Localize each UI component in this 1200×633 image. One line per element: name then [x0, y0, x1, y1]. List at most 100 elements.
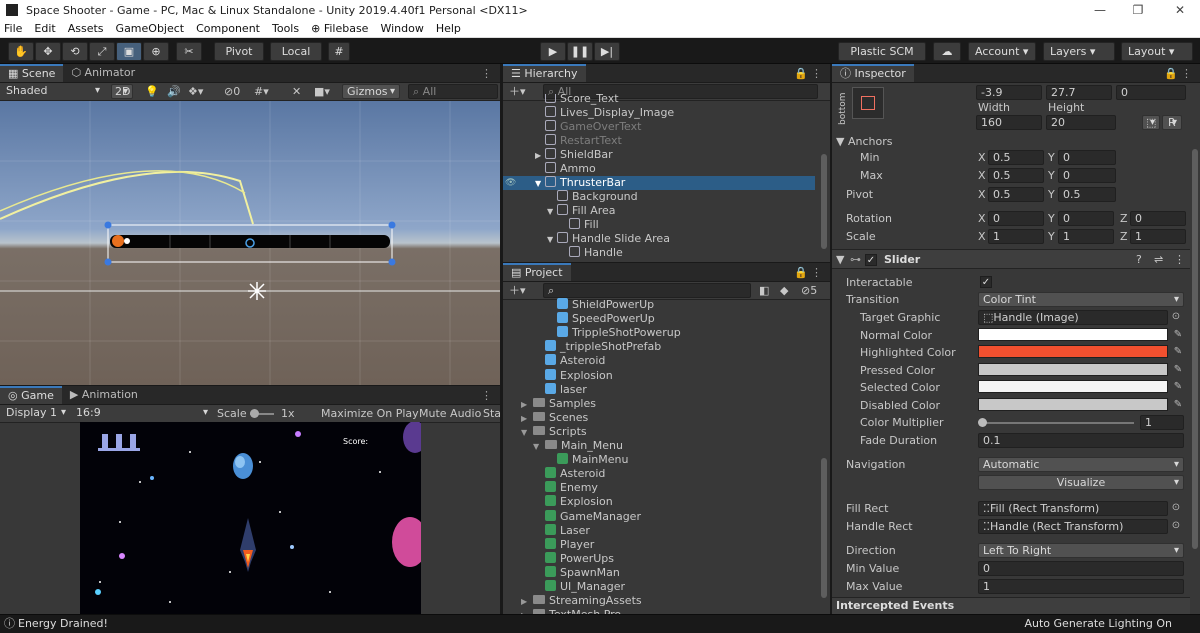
- rotate-tool-icon[interactable]: ⟲: [62, 42, 88, 61]
- grid-snap-icon[interactable]: #: [328, 42, 350, 61]
- local-toggle[interactable]: Local: [270, 42, 322, 61]
- slider-component-header[interactable]: ▼ ⊶ ✓ Slider ? ⇌ ⋮: [832, 249, 1190, 269]
- help-icon[interactable]: ?: [1136, 253, 1142, 267]
- shading-mode-dropdown[interactable]: Shaded: [2, 84, 104, 99]
- project-item[interactable]: MainMenu: [503, 453, 815, 467]
- hierarchy-item[interactable]: ▼ Fill Area: [503, 204, 815, 218]
- menu-component[interactable]: Component: [196, 22, 260, 35]
- project-item[interactable]: Asteroid: [503, 467, 815, 481]
- highlighted-color-swatch[interactable]: [978, 345, 1168, 358]
- handle-rect-field[interactable]: ⁚⁚Handle (Rect Transform): [978, 519, 1168, 534]
- selected-color-swatch[interactable]: [978, 380, 1168, 393]
- direction-dropdown[interactable]: Left To Right: [978, 543, 1184, 558]
- scene-viewport[interactable]: [0, 101, 500, 385]
- anchor-min-x-field[interactable]: 0.5: [988, 150, 1044, 165]
- hidden-objects-icon[interactable]: ⊘0: [224, 85, 240, 99]
- menu-tools[interactable]: Tools: [272, 22, 299, 35]
- scale-y-field[interactable]: 1: [1058, 229, 1114, 244]
- intercepted-events-header[interactable]: Intercepted Events: [832, 597, 1190, 614]
- scale-z-field[interactable]: 1: [1130, 229, 1186, 244]
- project-item[interactable]: UI_Manager: [503, 580, 815, 594]
- hierarchy-item[interactable]: Fill: [503, 218, 815, 232]
- component-menu-icon[interactable]: ⋮: [1174, 253, 1185, 267]
- move-tool-icon[interactable]: ✥: [35, 42, 61, 61]
- hierarchy-item[interactable]: Score_Text: [503, 94, 815, 106]
- menu-filebase[interactable]: ⊕ Filebase: [311, 22, 368, 35]
- color-multiplier-field[interactable]: 1: [1140, 415, 1184, 430]
- interactable-checkbox[interactable]: ✓: [980, 276, 992, 288]
- tab-project[interactable]: ▤ Project: [503, 263, 571, 281]
- project-item[interactable]: laser: [503, 382, 815, 397]
- min-value-field[interactable]: 0: [978, 561, 1184, 576]
- grid-icon[interactable]: #▾: [254, 85, 269, 99]
- eyedropper-icon[interactable]: ✎: [1172, 364, 1184, 376]
- kebab-menu-icon[interactable]: ⋮: [481, 67, 492, 80]
- menu-gameobject[interactable]: GameObject: [116, 22, 185, 35]
- foldout-arrow-icon[interactable]: ▼: [547, 205, 557, 219]
- project-item[interactable]: Enemy: [503, 481, 815, 495]
- menu-edit[interactable]: Edit: [34, 22, 55, 35]
- pivot-x-field[interactable]: 0.5: [988, 187, 1044, 202]
- lighting-icon[interactable]: 💡: [145, 85, 159, 99]
- max-value-field[interactable]: 1: [978, 579, 1184, 594]
- project-item[interactable]: ▼ Main_Menu: [503, 439, 815, 453]
- project-item[interactable]: _trippleShotPrefab: [503, 340, 815, 354]
- project-item[interactable]: ▶ StreamingAssets: [503, 594, 815, 608]
- project-item[interactable]: Laser: [503, 523, 815, 538]
- pressed-color-swatch[interactable]: [978, 363, 1168, 376]
- pos-z-field[interactable]: 0: [1116, 85, 1186, 100]
- anchor-max-x-field[interactable]: 0.5: [988, 168, 1044, 183]
- object-picker-icon[interactable]: ⊙: [1170, 311, 1182, 323]
- pos-x-field[interactable]: -3.9: [976, 85, 1042, 100]
- eyedropper-icon[interactable]: ✎: [1172, 381, 1184, 393]
- hierarchy-item[interactable]: ▼ ThrusterBar 👁: [503, 176, 815, 190]
- layers-dropdown[interactable]: Layers ▾: [1043, 42, 1115, 61]
- pause-button[interactable]: ❚❚: [567, 42, 593, 61]
- hierarchy-item[interactable]: Handle: [503, 246, 815, 260]
- lock-icon[interactable]: 🔒: [1164, 67, 1178, 80]
- hierarchy-item[interactable]: Ammo: [503, 162, 815, 176]
- transition-dropdown[interactable]: Color Tint: [978, 292, 1184, 307]
- scale-slider[interactable]: [250, 409, 274, 418]
- project-scrollbar[interactable]: [821, 458, 827, 598]
- filter-label-icon[interactable]: ◆: [780, 284, 788, 298]
- project-item[interactable]: ▶ Scenes: [503, 411, 815, 425]
- tab-animation[interactable]: ▶ Animation: [62, 386, 146, 404]
- fade-duration-field[interactable]: 0.1: [978, 433, 1184, 448]
- add-icon[interactable]: ＋▾: [509, 284, 526, 298]
- visibility-icon[interactable]: 👁: [505, 176, 516, 190]
- audio-icon[interactable]: 🔊: [167, 85, 181, 99]
- lock-icon[interactable]: 🔒: [794, 67, 808, 80]
- project-item[interactable]: ▼ Scripts: [503, 425, 815, 439]
- play-button[interactable]: ▶: [540, 42, 566, 61]
- hierarchy-item[interactable]: RestartText: [503, 134, 815, 148]
- stats-toggle[interactable]: Sta: [483, 407, 500, 421]
- tab-scene[interactable]: ▦ Scene: [0, 64, 64, 82]
- layout-dropdown[interactable]: Layout ▾: [1121, 42, 1193, 61]
- pos-y-field[interactable]: 27.7: [1046, 85, 1112, 100]
- tab-animator[interactable]: ⬡ Animator: [63, 64, 143, 82]
- navigation-dropdown[interactable]: Automatic: [978, 457, 1184, 472]
- hierarchy-item[interactable]: Lives_Display_Image: [503, 106, 815, 120]
- anchors-foldout[interactable]: ▼ Anchors: [836, 135, 892, 149]
- rect-tool-icon[interactable]: ▣: [116, 42, 142, 61]
- disabled-color-swatch[interactable]: [978, 398, 1168, 411]
- project-item[interactable]: Explosion: [503, 368, 815, 383]
- maximize-icon[interactable]: ❐: [1118, 0, 1158, 20]
- menu-assets[interactable]: Assets: [68, 22, 104, 35]
- height-field[interactable]: 20: [1046, 115, 1116, 130]
- foldout-arrow-icon[interactable]: ▼: [836, 253, 844, 267]
- slider-enabled-checkbox[interactable]: ✓: [865, 254, 877, 266]
- menu-help[interactable]: Help: [436, 22, 461, 35]
- menu-file[interactable]: File: [4, 22, 22, 35]
- eyedropper-icon[interactable]: ✎: [1172, 346, 1184, 358]
- hierarchy-item[interactable]: Background: [503, 190, 815, 204]
- minimize-icon[interactable]: —: [1080, 0, 1120, 20]
- lock-icon[interactable]: 🔒: [794, 266, 808, 279]
- visualize-button[interactable]: Visualize: [978, 475, 1184, 490]
- object-picker-icon[interactable]: ⊙: [1170, 502, 1182, 514]
- target-graphic-field[interactable]: ⬚Handle (Image): [978, 310, 1168, 325]
- rotation-z-field[interactable]: 0: [1130, 211, 1186, 226]
- foldout-arrow-icon[interactable]: ▶: [535, 149, 545, 163]
- transform-tool-icon[interactable]: ⊕: [143, 42, 169, 61]
